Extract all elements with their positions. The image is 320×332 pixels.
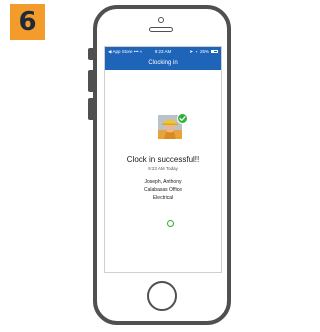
phone-screen: ◀ App Store ••• ≈ 9:23 AM ➤ ⋆ 25% Clocki…: [104, 46, 222, 273]
front-camera-icon: [158, 17, 164, 23]
status-bar: ◀ App Store ••• ≈ 9:23 AM ➤ ⋆ 25%: [105, 47, 221, 56]
bluetooth-icon: ⋆: [195, 49, 198, 54]
status-left: ◀ App Store ••• ≈: [108, 47, 145, 56]
main-content: Clock in successful!! 9:23 AM Today Jose…: [105, 70, 221, 272]
nav-bar: Clocking in: [105, 56, 221, 70]
wifi-icon: ≈: [139, 49, 143, 54]
speaker-grille: [149, 27, 173, 32]
clock-in-success-title: Clock in successful!!: [126, 155, 200, 164]
location-icon: ➤: [189, 49, 194, 54]
status-time: 9:23 AM: [154, 49, 172, 54]
home-button[interactable]: [147, 281, 177, 311]
battery-percent: 25%: [200, 49, 210, 54]
battery-icon: [211, 49, 219, 54]
employee-name: Joseph, Anthony: [144, 179, 182, 185]
department-name: Electrical: [152, 195, 174, 201]
success-check-icon: [177, 113, 188, 124]
step-number-badge: 6: [10, 4, 45, 40]
status-right: ➤ ⋆ 25%: [181, 47, 219, 56]
loading-ring-icon: [167, 220, 174, 227]
office-name: Calabasas Office: [144, 187, 182, 193]
nav-title: Clocking in: [148, 60, 178, 66]
clock-in-time: 9:23 AM Today: [148, 166, 178, 171]
status-back-app[interactable]: App Store: [112, 49, 132, 54]
